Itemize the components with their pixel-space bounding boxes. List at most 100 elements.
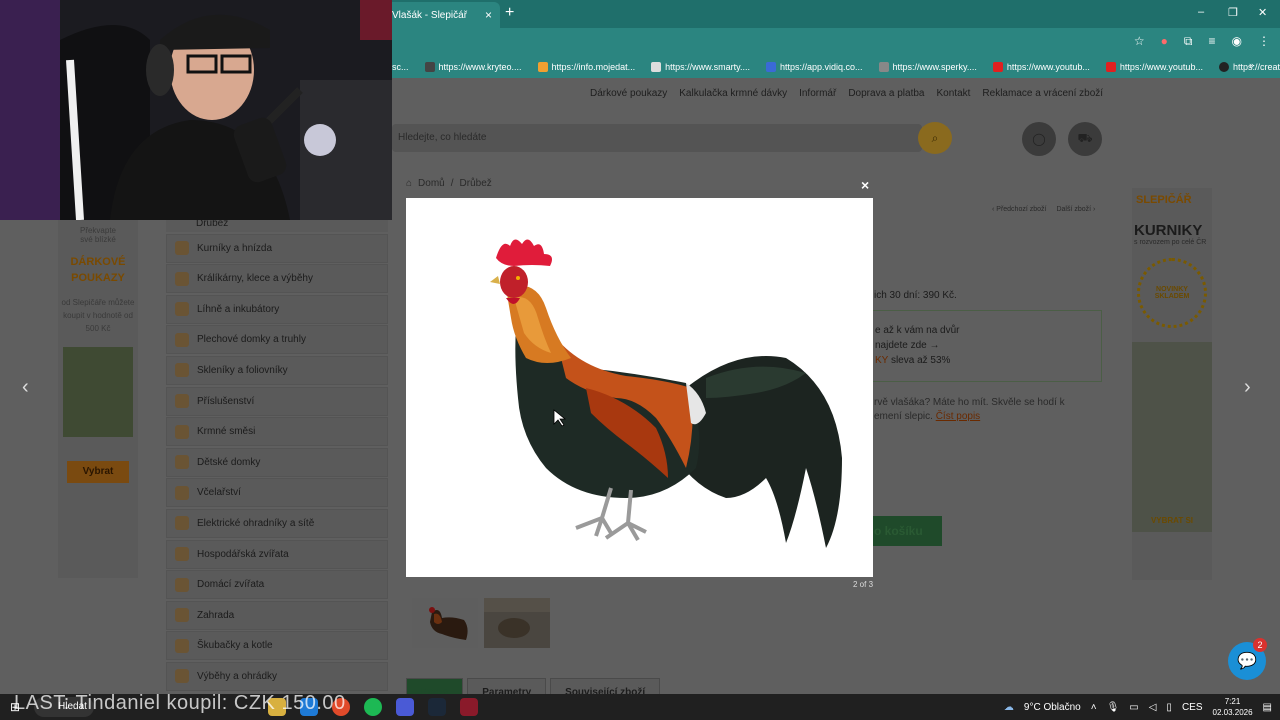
new-tab-button[interactable]: + [505,4,514,22]
category-item[interactable]: Zahrada [166,600,388,630]
maximize-button[interactable]: ❐ [1228,6,1238,19]
category-item[interactable]: Příslušenství [166,386,388,416]
top-navigation: Dárkové poukazy Kalkulačka krmné dávky I… [590,88,1103,99]
category-sidebar: Drůbež Kurníky a hnízda Králíkárny, klec… [166,218,388,693]
category-item[interactable]: Výběhy a ohrádky [166,661,388,691]
banner-subtitle: s rozvozem po celé ČR [1134,239,1207,246]
category-icon [175,424,189,439]
lightbox-prev-arrow-icon[interactable]: ‹ [22,376,29,399]
category-item[interactable]: Domácí zvířata [166,570,388,600]
thumbnail-photo[interactable] [484,598,550,648]
nav-link[interactable]: Kalkulačka krmné dávky [679,88,787,99]
clock[interactable]: 7:21 02.03.2026 [1213,696,1253,718]
banner-line: Překvapte [79,226,117,235]
minimize-button[interactable]: – [1198,6,1204,18]
bookmark-item[interactable]: https://www.kryteo.... [424,62,522,72]
product-tabs: Popis Parametry Související zboží [406,678,661,694]
close-window-button[interactable]: ✕ [1258,6,1267,19]
gift-voucher-banner[interactable]: Překvapte své blízké DÁRKOVÉ POUKAZY od … [58,220,138,578]
bookmark-item[interactable]: https://info.mojedat... [537,62,635,72]
tab-description[interactable]: Popis [406,678,464,694]
chat-badge: 2 [1253,638,1267,652]
bookmark-item[interactable]: https://www.smarty.... [651,62,750,72]
rooster-image [406,198,873,577]
category-item[interactable]: Králíkárny, klece a výběhy [166,264,388,294]
search-input[interactable]: Hledejte, co hledáte [392,124,922,152]
banner-heading: DÁRKOVÉ POUKAZY [70,256,126,284]
account-icon[interactable]: ◯ [1022,122,1056,156]
category-item[interactable]: Včelařství [166,478,388,508]
app-icon[interactable] [460,698,478,716]
weather-text[interactable]: 9°C Oblačno [1024,702,1081,713]
volume-icon[interactable]: ◁ [1149,702,1157,713]
tab-title: Vlašák - Slepičář [392,9,468,21]
category-item[interactable]: Škubačky a kotle [166,631,388,661]
mic-icon[interactable]: 🎙 [1107,702,1120,713]
category-item[interactable]: Dětské domky [166,447,388,477]
lightbox-image[interactable] [406,198,873,577]
lightbox-close-icon[interactable]: × [861,177,869,193]
nav-link[interactable]: Dárkové poukazy [590,88,667,99]
spotify-icon[interactable] [364,698,382,716]
menu-icon[interactable]: ⋮ [1258,34,1270,49]
category-icon [175,332,189,347]
nav-link[interactable]: Reklamace a vrácení zboží [982,88,1103,99]
category-item[interactable]: Hospodářská zvířata [166,539,388,569]
category-item[interactable]: Elektrické ohradníky a sítě [166,508,388,538]
banner-text: od Slepičáře můžete koupit v hodnotě od … [61,298,135,333]
lightbox-counter: 2 of 3 [853,580,874,589]
banner-buy-link[interactable]: VYBRAT SI [1132,516,1212,525]
category-item[interactable]: Kurníky a hnízda [166,233,388,263]
media-icon[interactable]: ≡ [1209,34,1216,49]
nav-link[interactable]: Kontakt [937,88,971,99]
bookmark-item[interactable]: https://www.youtub... [992,62,1090,72]
breadcrumb-category[interactable]: Drůbež [460,178,492,189]
category-item[interactable]: Líhně a inkubátory [166,294,388,324]
tab-related[interactable]: Související zboží [550,678,661,694]
extension-red-icon[interactable]: ● [1161,34,1168,49]
read-description-link[interactable]: Číst popis [936,411,980,422]
bookmarks-more-button[interactable]: » [1249,60,1254,70]
thumbnail-rooster[interactable] [412,598,478,648]
profile-icon[interactable]: ◉ [1232,34,1242,49]
category-icon [175,271,189,286]
star-icon[interactable]: ☆ [1134,34,1145,49]
category-item[interactable]: Drůbež [166,218,388,232]
tab-parameters[interactable]: Parametry [467,678,547,694]
category-icon [175,547,189,562]
category-item[interactable]: Krmné směsi [166,417,388,447]
tray-chevron-icon[interactable]: ˄ [1091,702,1097,713]
notification-icon[interactable]: ▤ [1263,702,1272,713]
category-item[interactable]: Plechové domky a truhly [166,325,388,355]
chat-icon: 💬 [1237,653,1257,670]
category-icon [175,669,189,684]
bookmark-item[interactable]: https://www.sperky.... [878,62,977,72]
previous-product-link[interactable]: ‹ Předchozí zboží [992,206,1046,213]
coop-banner[interactable]: SLEPIČÁŘ KURNIKY s rozvozem po celé ČR N… [1132,188,1212,580]
battery-icon[interactable]: ▯ [1166,702,1172,713]
search-icon[interactable]: ⌕ [918,122,952,154]
tab-close-icon[interactable]: × [485,8,492,22]
add-to-cart-button[interactable]: o košíku [872,516,942,546]
category-icon [175,363,189,378]
browser-tab[interactable]: Vlašák - Slepičář × [380,2,500,28]
product-thumbnails [412,598,550,648]
cart-icon[interactable]: ⛟ [1068,122,1102,156]
puzzle-icon[interactable]: ⧉ [1184,34,1193,49]
bookmark-item[interactable]: sc... [392,62,409,72]
network-icon[interactable]: ▭ [1129,702,1138,713]
webcam-overlay [0,0,392,220]
nav-link[interactable]: Doprava a platba [848,88,924,99]
bookmark-item[interactable]: https://www.youtub... [1105,62,1203,72]
next-product-link[interactable]: Další zboží › [1056,206,1095,213]
language-indicator[interactable]: CES [1182,702,1203,713]
app-icon[interactable] [396,698,414,716]
lightbox-next-arrow-icon[interactable]: › [1244,376,1251,399]
steam-icon[interactable] [428,698,446,716]
category-icon [175,241,189,256]
bookmark-item[interactable]: https://app.vidiq.co... [765,62,863,72]
nav-link[interactable]: Informář [799,88,836,99]
category-item[interactable]: Skleníky a foliovníky [166,355,388,385]
breadcrumb-home[interactable]: Domů [418,178,445,189]
voucher-select-button[interactable]: Vybrat [67,461,129,483]
